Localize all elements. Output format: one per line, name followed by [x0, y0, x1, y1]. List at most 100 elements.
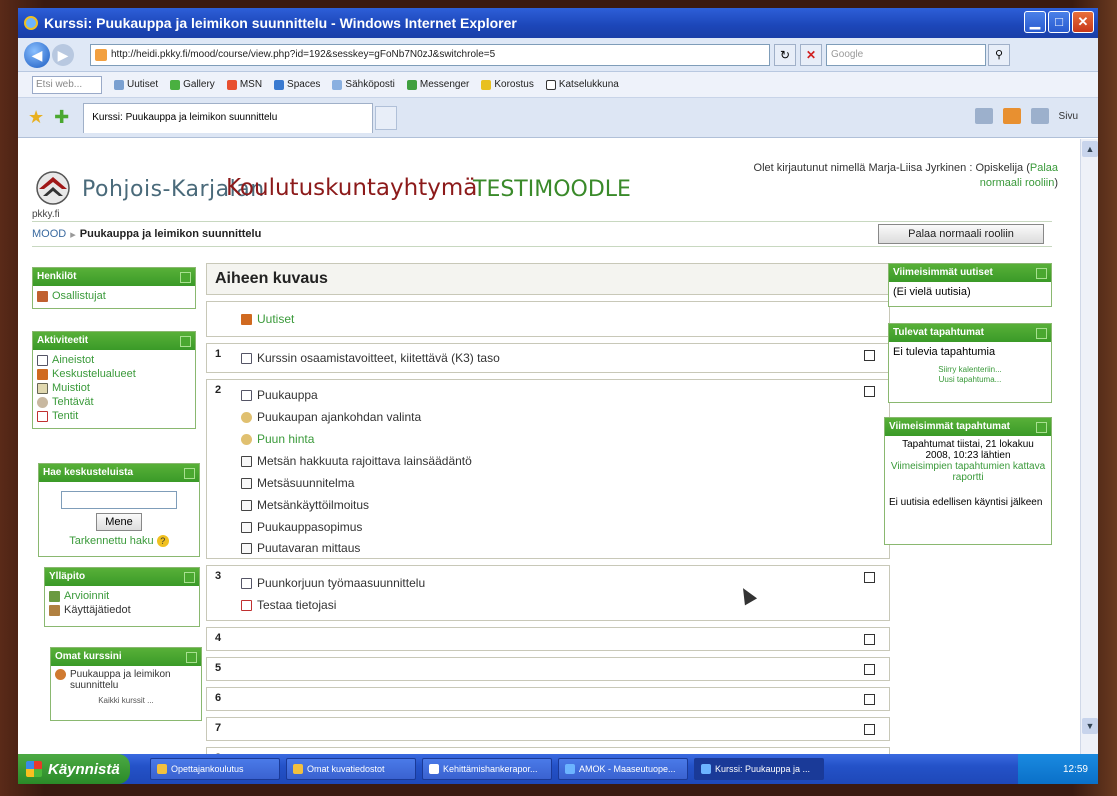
choice-link[interactable]: Puukaupan ajankohdan valinta: [241, 410, 421, 424]
window-title: Kurssi: Puukauppa ja leimikon suunnittel…: [44, 15, 517, 31]
websearch-input[interactable]: Etsi web...: [32, 75, 102, 94]
calendar-link[interactable]: Siirry kalenteriin...: [893, 365, 1047, 375]
link-gallery[interactable]: Gallery: [170, 79, 215, 90]
section-toggle-checkbox[interactable]: [864, 664, 875, 675]
resource-link[interactable]: Puukauppa: [241, 388, 318, 402]
forum-icon: [37, 368, 48, 380]
activity-assignments[interactable]: Tehtävät: [37, 395, 191, 409]
section-toggle-checkbox[interactable]: [864, 724, 875, 735]
assignment-icon: [37, 396, 48, 408]
new-tab-button[interactable]: [375, 105, 398, 130]
course-icon: [55, 669, 66, 680]
address-input[interactable]: http://heidi.pkky.fi/mood/course/view.ph…: [90, 43, 770, 66]
taskbar-item[interactable]: Opettajankoulutus: [150, 758, 280, 780]
close-button[interactable]: ✕: [1072, 11, 1094, 33]
tab-current[interactable]: Kurssi: Puukauppa ja leimikon suunnittel…: [83, 102, 374, 133]
feeds-icon[interactable]: [1002, 108, 1021, 124]
quiz-link[interactable]: Testaa tietojasi: [241, 598, 336, 612]
address-toolbar: ◀ ▶ http://heidi.pkky.fi/mood/course/vie…: [18, 38, 1098, 72]
page-menu[interactable]: Sivu: [1059, 111, 1078, 122]
block-title: Ylläpito: [45, 568, 199, 586]
assignment-link[interactable]: Metsäsuunnitelma: [241, 476, 354, 490]
section-4: 4: [206, 627, 890, 651]
web-page: pkky.fi Pohjois-Karjalan Koulutuskuntayh…: [18, 139, 1064, 754]
stop-icon[interactable]: ✕: [800, 43, 822, 66]
scroll-up-icon[interactable]: ▲: [1082, 141, 1098, 157]
section-toggle-checkbox[interactable]: [864, 572, 875, 583]
new-event-link[interactable]: Uusi tapahtuma...: [893, 375, 1047, 385]
assignment-link[interactable]: Metsän hakkuuta rajoittava lainsäädäntö: [241, 454, 472, 468]
page-scrollbar[interactable]: ▲ ▼: [1080, 139, 1098, 754]
add-favorites-icon[interactable]: ✚: [54, 107, 69, 128]
activity-journals[interactable]: Muistiot: [37, 381, 191, 395]
taskbar-item[interactable]: Omat kuvatiedostot: [286, 758, 416, 780]
assignment-link[interactable]: Metsänkäyttöilmoitus: [241, 498, 369, 512]
resource-link[interactable]: Puunkorjuun työmaasuunnittelu: [241, 576, 425, 590]
link-email[interactable]: Sähköposti: [332, 79, 395, 90]
news-forum-link[interactable]: Uutiset: [241, 312, 294, 326]
activity-quizzes[interactable]: Tentit: [37, 409, 191, 423]
return-role-button[interactable]: Palaa normaali rooliin: [878, 224, 1044, 244]
resource-link[interactable]: Kurssin osaamistavoitteet, kiitettävä (K…: [241, 351, 500, 365]
search-go-button[interactable]: Mene: [96, 513, 142, 531]
block-my-courses: Omat kurssini Puukauppa ja leimikon suun…: [50, 647, 202, 721]
assignment-link[interactable]: Puutavaran mittaus: [241, 541, 360, 555]
print-icon[interactable]: [1030, 108, 1049, 124]
scroll-down-icon[interactable]: ▼: [1082, 718, 1098, 734]
assignment-edit-icon: [241, 477, 252, 489]
link-spaces[interactable]: Spaces: [274, 79, 320, 90]
screen: Kurssi: Puukauppa ja leimikon suunnittel…: [18, 8, 1098, 784]
choice-link[interactable]: Puun hinta: [241, 432, 314, 446]
forward-button[interactable]: ▶: [52, 43, 74, 66]
activity-resources[interactable]: Aineistot: [37, 353, 191, 367]
block-search-forums: Hae keskusteluista Mene Tarkennettu haku…: [38, 463, 200, 557]
document-icon: [241, 352, 252, 364]
all-courses-link[interactable]: Kaikki kurssit ...: [55, 695, 197, 706]
upcoming-events-body: Ei tulevia tapahtumia: [893, 346, 996, 358]
assignment-link[interactable]: Puukauppasopimus: [241, 520, 362, 534]
assignment-edit-icon: [241, 455, 252, 467]
home-icon[interactable]: [974, 108, 993, 124]
back-button[interactable]: ◀: [24, 41, 50, 68]
taskbar-item-active[interactable]: Kurssi: Puukauppa ja ...: [694, 758, 824, 780]
document-icon: [37, 354, 48, 366]
section-number: 6: [215, 692, 222, 704]
refresh-icon[interactable]: ↻: [774, 43, 796, 66]
topic-title: Aiheen kuvaus: [215, 270, 328, 287]
search-icon[interactable]: ⚲: [988, 43, 1010, 66]
activity-forums[interactable]: Keskustelualueet: [37, 367, 191, 381]
help-icon[interactable]: ?: [156, 535, 169, 547]
admin-grades[interactable]: Arvioinnit: [49, 589, 195, 603]
advanced-search-link[interactable]: Tarkennettu haku ?: [43, 534, 195, 548]
taskbar-item[interactable]: AMOK - Maaseutuope...: [558, 758, 688, 780]
link-viewer[interactable]: Katselukkuna: [545, 79, 619, 90]
admin-profile[interactable]: Käyttäjätiedot: [49, 603, 195, 617]
my-course-link[interactable]: Puukauppa ja leimikon suunnittelu: [55, 669, 197, 691]
forum-search-input[interactable]: [61, 491, 177, 509]
breadcrumb-root[interactable]: MOOD: [32, 228, 66, 240]
start-button[interactable]: Käynnistä: [18, 754, 130, 784]
no-news-text: Ei uutisia edellisen käyntisi jälkeen: [889, 497, 1043, 508]
minimize-button[interactable]: ▁: [1024, 11, 1046, 33]
user-icon: [49, 604, 60, 616]
section-0: Uutiset: [206, 301, 890, 337]
section-toggle-checkbox[interactable]: [864, 694, 875, 705]
full-report-link[interactable]: Viimeisimpien tapahtumien kattava raport…: [889, 461, 1047, 483]
section-toggle-checkbox[interactable]: [864, 634, 875, 645]
section-toggle-checkbox[interactable]: [864, 386, 875, 397]
link-uutiset[interactable]: Uutiset: [114, 79, 158, 90]
section-number: 4: [215, 632, 222, 644]
favorites-star-icon[interactable]: ★: [28, 107, 44, 128]
folder-icon: [157, 764, 167, 774]
maximize-button[interactable]: □: [1048, 11, 1070, 33]
news-icon: [114, 79, 124, 90]
taskbar-item[interactable]: Kehittämishankerapor...: [422, 758, 552, 780]
link-highlight[interactable]: Korostus: [481, 79, 534, 90]
participants-link[interactable]: Osallistujat: [37, 289, 191, 303]
search-input[interactable]: Google: [826, 43, 986, 66]
section-number: 2: [215, 384, 222, 396]
link-messenger[interactable]: Messenger: [406, 79, 469, 90]
section-toggle-checkbox[interactable]: [864, 350, 875, 361]
messenger-icon: [406, 79, 417, 90]
link-msn[interactable]: MSN: [226, 79, 262, 90]
